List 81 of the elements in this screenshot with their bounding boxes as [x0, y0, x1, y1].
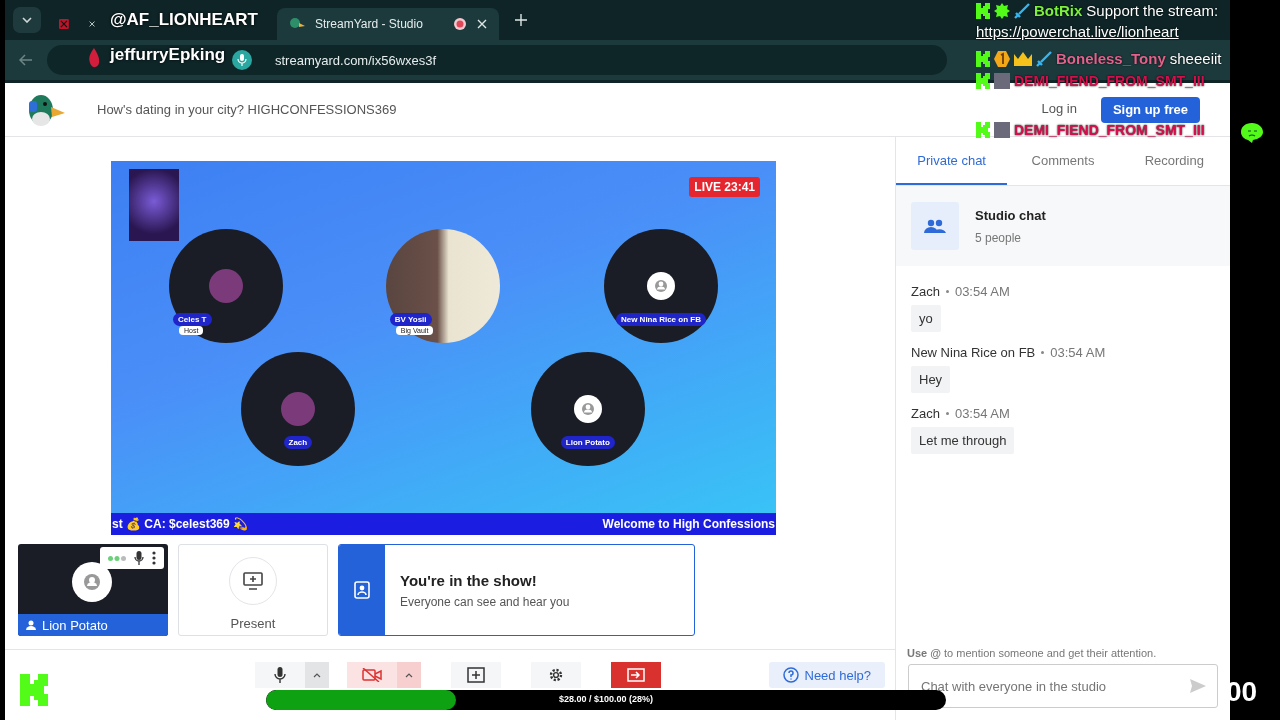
- goal-amount-label: $28.00 / $100.00 (28%): [557, 694, 655, 704]
- self-name-label: Lion Potato: [42, 617, 108, 633]
- people-icon: [924, 219, 946, 233]
- contact-card-icon: [354, 581, 370, 599]
- screen-share-icon: [243, 572, 263, 590]
- viewer-name-overlay: jeffurryEpking: [110, 45, 226, 65]
- star-badge-icon: [994, 2, 1010, 19]
- k-badge-icon: [976, 2, 990, 19]
- people-count: 5 people: [975, 230, 1023, 245]
- message-bubble: yo: [911, 305, 941, 332]
- question-icon: [782, 667, 799, 683]
- user-icon: [573, 394, 602, 423]
- chat-username: BotRix: [1034, 2, 1083, 19]
- sword-badge-icon: [1014, 2, 1030, 19]
- close-icon[interactable]: [88, 19, 95, 29]
- crown-badge-icon: [1014, 51, 1032, 66]
- user-icon: [646, 271, 675, 300]
- log-in-link[interactable]: Log in: [1041, 101, 1077, 116]
- avatar-photo-placeholder: [280, 391, 315, 426]
- exit-icon: [627, 668, 645, 682]
- ticker-text: st 💰 CA: $celest369 💫: [112, 517, 249, 531]
- message-author: New Nina Rice on FB: [911, 345, 1036, 360]
- more-options-icon[interactable]: [152, 551, 156, 565]
- message-author: Zach: [911, 406, 940, 421]
- caret-icon: [313, 672, 321, 678]
- live-timer-badge: LIVE 23:41: [689, 177, 760, 197]
- sign-up-button[interactable]: Sign up free: [1100, 96, 1200, 123]
- caret-icon: [405, 672, 413, 678]
- person-icon: [26, 620, 36, 630]
- emoji-icon: [1241, 123, 1263, 143]
- add-screen-icon: [467, 667, 485, 683]
- x-favicon-icon: [59, 16, 69, 32]
- audio-level-icon: [108, 555, 126, 561]
- message-author: Zach: [911, 284, 940, 299]
- broadcast-title: How's dating in your city? HIGHCONFESSIONS369: [97, 102, 397, 117]
- microphone-icon[interactable]: [134, 551, 144, 565]
- leave-button[interactable]: [611, 662, 661, 688]
- settings-button[interactable]: [531, 662, 581, 688]
- tab-search-button[interactable]: [13, 7, 41, 33]
- show-logo-image: [129, 169, 179, 241]
- hexagon-badge-icon: [994, 50, 1010, 67]
- close-icon[interactable]: [477, 19, 487, 29]
- message-time: 03:54 AM: [954, 406, 1010, 421]
- ticker-text: Welcome to High Confessions: [602, 517, 775, 531]
- k-badge-icon: [976, 50, 990, 67]
- back-icon[interactable]: [19, 54, 33, 66]
- mention-hint: Use @ to mention someone and get their attention.: [906, 647, 1158, 661]
- sword-badge-icon: [1036, 50, 1052, 67]
- k-logo-icon: [18, 674, 50, 706]
- browser-tab[interactable]: StreamYard - Studio: [277, 8, 499, 40]
- notice-title: You're in the show!: [400, 571, 538, 589]
- settings-icon: [548, 667, 564, 683]
- k-badge-icon: [976, 73, 990, 89]
- user-photo-placeholder: [994, 73, 1010, 89]
- chat-message-text: sheeeiit: [1169, 50, 1222, 67]
- message-time: 03:54 AM: [1050, 345, 1106, 360]
- flame-icon: [88, 48, 100, 68]
- present-button[interactable]: Present: [178, 544, 328, 636]
- camera-off-icon: [362, 668, 382, 682]
- message-bubble: Let me through: [911, 427, 1015, 454]
- avatar-photo-placeholder: [209, 268, 244, 303]
- user-icon: [72, 562, 112, 602]
- chat-message-text: Support the stream:: [1086, 2, 1219, 19]
- new-tab-icon[interactable]: [515, 14, 527, 26]
- viewer-name-overlay: @AF_LIONHEART: [110, 10, 258, 30]
- chevron-down-icon: [22, 17, 32, 23]
- user-photo-placeholder: [994, 122, 1010, 138]
- mic-button[interactable]: [255, 662, 305, 688]
- add-button[interactable]: [451, 662, 501, 688]
- camera-off-button[interactable]: [347, 662, 397, 688]
- chat-username: DEMI_FIEND_FROM_SMT_III: [1014, 122, 1205, 138]
- microphone-icon: [274, 667, 286, 683]
- message-bubble: Hey: [911, 366, 951, 393]
- self-camera-tile[interactable]: Lion Potato: [18, 544, 168, 636]
- need-help-button[interactable]: Need help?: [768, 662, 885, 688]
- notice-text: Everyone can see and hear you: [400, 594, 570, 609]
- chat-group-title: Studio chat: [975, 207, 1046, 223]
- chat-username: Boneless_Tony: [1056, 50, 1166, 67]
- message-time: 03:54 AM: [954, 284, 1010, 299]
- stream-support-link[interactable]: https://powerchat.live/lionheart: [976, 23, 1179, 40]
- k-badge-icon: [976, 122, 990, 138]
